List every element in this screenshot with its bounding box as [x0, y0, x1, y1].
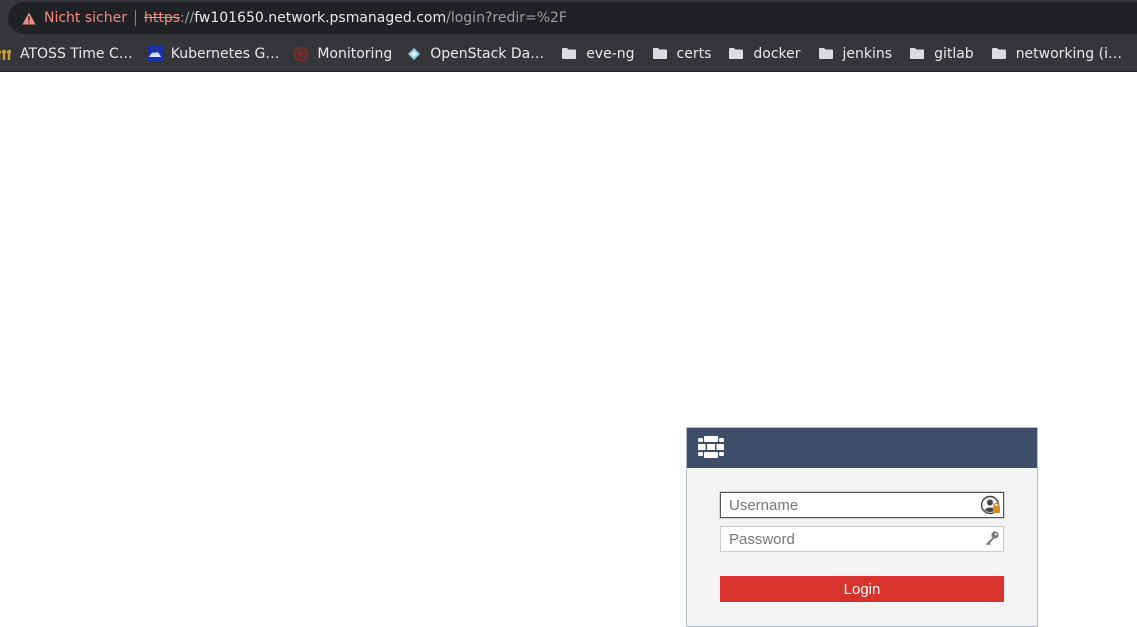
bookmark-kubernetes[interactable]: Kubernetes G… [147, 40, 288, 68]
url-host: fw101650.network.psmanaged.com [194, 10, 446, 26]
folder-icon [819, 48, 833, 59]
address-bar[interactable]: Nicht sicher https://fw101650.network.ps… [8, 2, 1137, 34]
login-panel: Login [686, 427, 1038, 627]
key-icon [984, 530, 1000, 546]
warning-icon[interactable] [22, 12, 36, 25]
bookmark-label: certs [677, 46, 712, 62]
bookmark-label: jenkins [843, 46, 893, 62]
bookmark-monitoring[interactable]: Monitoring [293, 40, 400, 68]
bookmark-label: docker [753, 46, 800, 62]
browser-toolbar: Nicht sicher https://fw101650.network.ps… [0, 0, 1137, 36]
bookmark-openstack[interactable]: OpenStack Da… [406, 40, 552, 68]
username-input[interactable] [720, 492, 1004, 518]
folder-icon [562, 48, 576, 59]
url-path: /login?redir=%2F [446, 10, 567, 26]
bookmark-atoss[interactable]: ATOSS Time C… [0, 40, 141, 68]
atoss-icon [0, 46, 12, 62]
monitoring-icon [293, 46, 309, 62]
bookmark-folder-gitlab[interactable]: gitlab [906, 40, 982, 68]
kubernetes-icon [147, 46, 163, 62]
bookmark-label: OpenStack Da… [430, 46, 544, 62]
bookmark-label: Kubernetes G… [171, 46, 280, 62]
bookmark-label: ATOSS Time C… [20, 46, 133, 62]
bookmark-folder-docker[interactable]: docker [725, 40, 808, 68]
login-button[interactable]: Login [720, 576, 1004, 602]
url-divider [135, 10, 136, 26]
url-scheme: https [144, 10, 180, 26]
user-lock-icon[interactable] [981, 495, 1001, 515]
login-header [687, 428, 1037, 468]
bookmark-folder-eve-ng[interactable]: eve-ng [558, 40, 642, 68]
folder-icon [992, 48, 1006, 59]
bookmark-folder-jenkins[interactable]: jenkins [815, 40, 901, 68]
bookmark-label: eve-ng [586, 46, 634, 62]
openstack-icon [406, 46, 422, 62]
fortinet-logo-icon [697, 435, 725, 459]
bookmarks-bar: ATOSS Time C… Kubernetes G… Monitoring O… [0, 36, 1137, 72]
bookmark-label: Monitoring [317, 46, 392, 62]
bookmark-label: networking (i… [1016, 46, 1122, 62]
url-scheme-separator: :// [180, 10, 194, 26]
bookmark-folder-certs[interactable]: certs [649, 40, 720, 68]
bookmark-folder-networking[interactable]: networking (i… [988, 40, 1130, 68]
bookmark-label: gitlab [934, 46, 974, 62]
security-status[interactable]: Nicht sicher [44, 10, 127, 26]
folder-icon [729, 48, 743, 59]
folder-icon [653, 48, 667, 59]
password-input[interactable] [720, 526, 1004, 552]
folder-icon [910, 48, 924, 59]
